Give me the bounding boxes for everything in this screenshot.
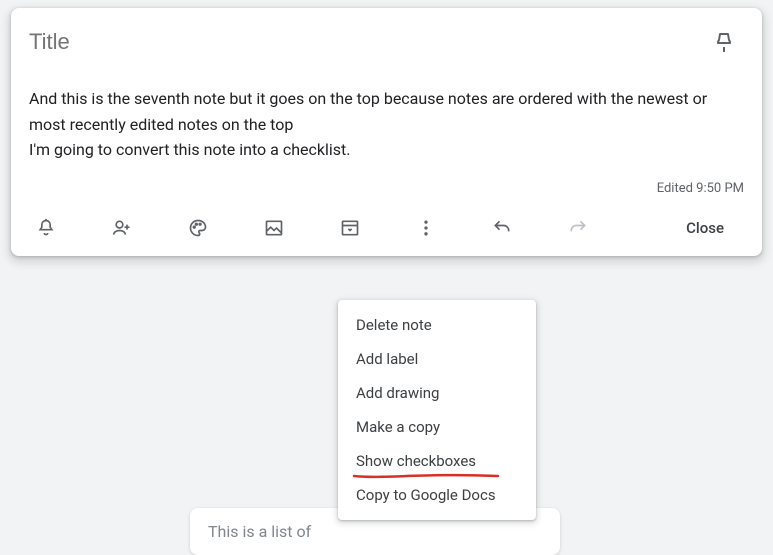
background-note-text: This is a list of — [208, 522, 311, 541]
image-button[interactable] — [257, 211, 291, 245]
pin-icon — [712, 30, 736, 54]
close-button[interactable]: Close — [666, 211, 744, 245]
tool-group — [29, 211, 595, 245]
redo-icon — [568, 218, 588, 238]
pin-button[interactable] — [704, 22, 744, 62]
menu-delete-note[interactable]: Delete note — [338, 308, 536, 342]
palette-icon — [188, 218, 208, 238]
person-add-icon — [112, 218, 132, 238]
more-vert-icon — [416, 218, 436, 238]
undo-button[interactable] — [485, 211, 519, 245]
more-button[interactable] — [409, 211, 443, 245]
archive-icon — [340, 218, 360, 238]
more-menu-dropdown: Delete note Add label Add drawing Make a… — [338, 300, 536, 520]
menu-make-a-copy[interactable]: Make a copy — [338, 410, 536, 444]
color-button[interactable] — [181, 211, 215, 245]
redo-button[interactable] — [561, 211, 595, 245]
note-editor-card: And this is the seventh note but it goes… — [11, 8, 762, 256]
menu-add-label[interactable]: Add label — [338, 342, 536, 376]
note-body[interactable]: And this is the seventh note but it goes… — [29, 86, 744, 163]
toolbar: Close — [29, 206, 744, 250]
remind-button[interactable] — [29, 211, 63, 245]
title-input[interactable] — [29, 29, 704, 55]
menu-add-drawing[interactable]: Add drawing — [338, 376, 536, 410]
menu-show-checkboxes[interactable]: Show checkboxes — [338, 444, 536, 478]
bell-icon — [36, 218, 56, 238]
undo-icon — [492, 218, 512, 238]
archive-button[interactable] — [333, 211, 367, 245]
title-row — [29, 22, 744, 62]
collaborator-button[interactable] — [105, 211, 139, 245]
menu-copy-to-google-docs[interactable]: Copy to Google Docs — [338, 478, 536, 512]
image-icon — [264, 218, 284, 238]
edited-timestamp: Edited 9:50 PM — [29, 181, 744, 196]
